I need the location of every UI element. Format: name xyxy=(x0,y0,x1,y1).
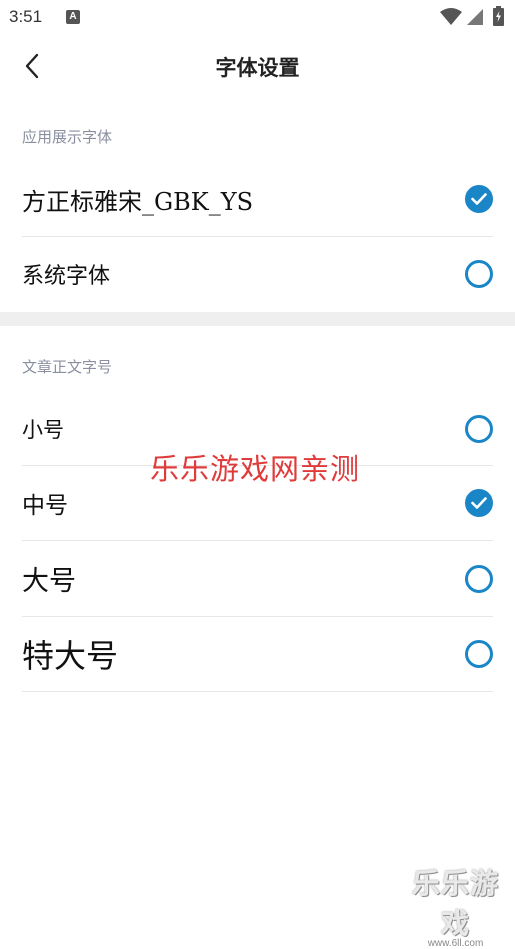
option-size-extra-large[interactable]: 特大号 xyxy=(22,617,493,692)
wifi-icon xyxy=(440,8,462,25)
check-icon xyxy=(471,497,487,509)
radio-unchecked[interactable] xyxy=(465,414,493,443)
section-label-text-size: 文章正文字号 xyxy=(22,358,113,376)
page-title: 字体设置 xyxy=(215,56,300,80)
radio-unchecked[interactable] xyxy=(465,260,493,288)
status-time: 3:51 xyxy=(9,7,43,26)
top-bar: 字体设置 xyxy=(0,34,515,98)
option-size-large[interactable]: 大号 xyxy=(22,541,493,617)
option-label: 特大号 xyxy=(22,637,119,675)
watermark-url: www.6ll.com xyxy=(427,938,484,949)
radio-unchecked[interactable] xyxy=(465,640,493,668)
option-label: 大号 xyxy=(22,566,76,597)
watermark-logo: 乐乐游戏 www.6ll.com xyxy=(398,862,513,949)
option-font-system[interactable]: 系统字体 xyxy=(22,237,493,311)
option-label: 中号 xyxy=(22,493,68,519)
option-label: 小号 xyxy=(22,417,64,442)
section-label-app-font: 应用展示字体 xyxy=(22,128,113,146)
radio-unchecked[interactable] xyxy=(465,564,493,593)
battery-icon xyxy=(493,6,504,26)
option-font-fangzheng[interactable]: 方正标雅宋_GBK_YS xyxy=(22,162,493,237)
a-icon: A xyxy=(66,10,80,24)
status-bar: 3:51 A xyxy=(0,0,515,34)
watermark-logo-text: 乐乐游戏 xyxy=(411,867,499,940)
signal-icon xyxy=(467,9,483,25)
watermark-text: 乐乐游戏网亲测 xyxy=(150,452,361,486)
check-icon xyxy=(471,193,487,205)
radio-checked[interactable] xyxy=(465,489,493,517)
option-label: 方正标雅宋_GBK_YS xyxy=(22,187,254,216)
option-label: 系统字体 xyxy=(22,264,111,289)
section-separator xyxy=(0,312,515,326)
radio-checked[interactable] xyxy=(465,185,493,213)
